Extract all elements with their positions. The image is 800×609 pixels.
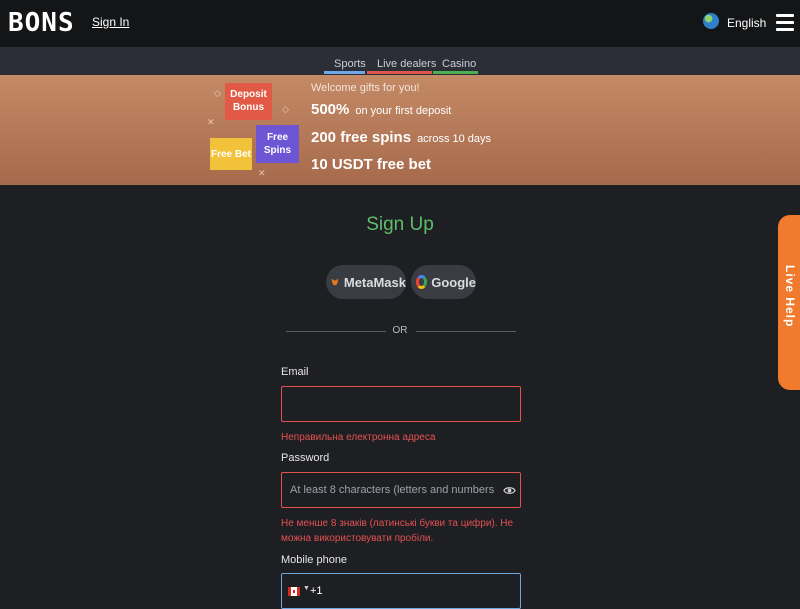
google-label: Google (431, 274, 476, 290)
password-error: Не менше 8 знаків (латинські букви та ци… (281, 518, 514, 544)
metamask-button[interactable]: MetaMask (326, 265, 406, 299)
sign-in-link[interactable]: Sign In (92, 15, 129, 29)
tab-live-dealers-underline (367, 71, 432, 74)
metamask-label: MetaMask (343, 274, 406, 290)
email-label: Email (281, 366, 309, 378)
tab-casino[interactable]: Casino (442, 58, 476, 70)
phone-field[interactable]: ▼ +1 (281, 573, 521, 609)
eye-icon[interactable] (503, 484, 516, 497)
password-field[interactable] (281, 472, 521, 508)
email-field[interactable] (281, 386, 521, 422)
decor-shape: ✕ (258, 168, 266, 178)
page-title: Sign Up (366, 214, 434, 235)
decor-shape: ◇ (214, 88, 221, 98)
tab-live-dealers[interactable]: Live dealers (377, 58, 436, 70)
offer-line: 500% on your first deposit (311, 101, 451, 119)
decor-shape: ◇ (282, 104, 289, 114)
decor-shape: ✕ (207, 117, 215, 127)
bons-logo[interactable]: BONS (8, 8, 75, 38)
divider-right (416, 331, 516, 332)
live-help-button[interactable]: Live Help (778, 215, 800, 390)
hamburger-menu-icon[interactable] (776, 14, 794, 32)
google-button[interactable]: Google (411, 265, 476, 299)
offer-detail: on your first deposit (355, 105, 452, 117)
phone-label: Mobile phone (281, 554, 348, 566)
offer-line: 10 USDT free bet (311, 156, 431, 174)
email-error: Неправильна електронна адреса (281, 432, 436, 443)
country-code: +1 (310, 585, 323, 597)
category-tabs: Sports Live dealers Casino (0, 47, 800, 75)
offer-highlight: 10 USDT free bet (311, 156, 432, 173)
tab-casino-underline (433, 71, 478, 74)
offer-line: 200 free spins across 10 days (311, 129, 491, 147)
top-header: BONS Sign In English (0, 0, 800, 47)
offer-detail: across 10 days (417, 133, 492, 145)
offer-highlight: 200 free spins (311, 129, 412, 146)
globe-icon[interactable] (703, 13, 719, 29)
welcome-heading: Welcome gifts for you! (311, 82, 420, 94)
google-g-icon (416, 275, 428, 289)
metamask-fox-icon (331, 278, 339, 286)
language-selector[interactable]: English (727, 16, 766, 30)
divider-left (286, 331, 386, 332)
tab-sports[interactable]: Sports (334, 58, 366, 70)
free-spins-badge: Free Spins (256, 125, 299, 163)
tab-sports-underline (324, 71, 365, 74)
chevron-down-icon[interactable]: ▼ (303, 585, 310, 592)
live-help-label: Live Help (783, 265, 797, 328)
free-bet-badge: Free Bet (210, 138, 252, 170)
or-separator: OR (392, 325, 408, 336)
deposit-bonus-badge: Deposit Bonus (225, 83, 272, 120)
password-label: Password (281, 452, 330, 464)
offer-highlight: 500% (311, 101, 350, 118)
canada-flag-icon[interactable] (288, 587, 300, 596)
